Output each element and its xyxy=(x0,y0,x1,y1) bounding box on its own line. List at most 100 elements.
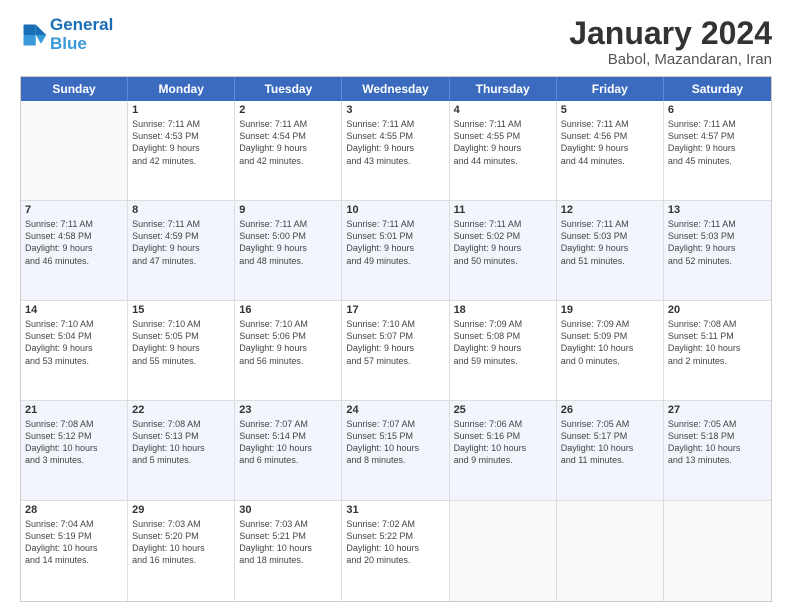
calendar-title: January 2024 xyxy=(569,16,772,51)
calendar: SundayMondayTuesdayWednesdayThursdayFrid… xyxy=(20,76,772,602)
cal-day-15: 15 Sunrise: 7:10 AMSunset: 5:05 PMDayligh… xyxy=(128,301,235,400)
cal-day-empty-5 xyxy=(557,501,664,601)
day-number: 7 xyxy=(25,204,123,216)
day-number: 18 xyxy=(454,304,552,316)
day-number: 17 xyxy=(346,304,444,316)
cal-day-11: 11 Sunrise: 7:11 AMSunset: 5:02 PMDayligh… xyxy=(450,201,557,300)
cal-day-23: 23 Sunrise: 7:07 AMSunset: 5:14 PMDayligh… xyxy=(235,401,342,500)
col-header-wednesday: Wednesday xyxy=(342,77,449,101)
cal-day-empty-6 xyxy=(664,501,771,601)
day-number: 4 xyxy=(454,104,552,116)
day-info: Sunrise: 7:11 AMSunset: 4:56 PMDaylight:… xyxy=(561,118,659,167)
day-info: Sunrise: 7:10 AMSunset: 5:07 PMDaylight:… xyxy=(346,318,444,367)
day-number: 25 xyxy=(454,404,552,416)
day-number: 29 xyxy=(132,504,230,516)
cal-day-20: 20 Sunrise: 7:08 AMSunset: 5:11 PMDayligh… xyxy=(664,301,771,400)
day-info: Sunrise: 7:08 AMSunset: 5:11 PMDaylight:… xyxy=(668,318,767,367)
cal-day-24: 24Sunrise: 7:07 AMSunset: 5:15 PMDayligh… xyxy=(342,401,449,500)
day-info: Sunrise: 7:11 AMSunset: 4:58 PMDaylight:… xyxy=(25,218,123,267)
day-info: Sunrise: 7:11 AMSunset: 5:03 PMDaylight:… xyxy=(561,218,659,267)
cal-day-5: 5 Sunrise: 7:11 AMSunset: 4:56 PMDaylight… xyxy=(557,101,664,200)
day-info: Sunrise: 7:10 AMSunset: 5:05 PMDaylight:… xyxy=(132,318,230,367)
title-block: January 2024 Babol, Mazandaran, Iran xyxy=(569,16,772,68)
day-number: 27 xyxy=(668,404,767,416)
day-info: Sunrise: 7:11 AMSunset: 5:01 PMDaylight:… xyxy=(346,218,444,267)
cal-day-1: 1 Sunrise: 7:11 AMSunset: 4:53 PMDaylight… xyxy=(128,101,235,200)
cal-day-empty-4 xyxy=(450,501,557,601)
day-info: Sunrise: 7:05 AMSunset: 5:18 PMDaylight:… xyxy=(668,418,767,467)
calendar-header: SundayMondayTuesdayWednesdayThursdayFrid… xyxy=(21,77,771,101)
cal-day-29: 29 Sunrise: 7:03 AMSunset: 5:20 PMDayligh… xyxy=(128,501,235,601)
cal-day-16: 16 Sunrise: 7:10 AMSunset: 5:06 PMDayligh… xyxy=(235,301,342,400)
day-info: Sunrise: 7:08 AMSunset: 5:12 PMDaylight:… xyxy=(25,418,123,467)
day-number: 20 xyxy=(668,304,767,316)
col-header-monday: Monday xyxy=(128,77,235,101)
logo-text-blue: Blue xyxy=(50,35,113,54)
week-row-4: 21 Sunrise: 7:08 AMSunset: 5:12 PMDayligh… xyxy=(21,401,771,501)
day-number: 21 xyxy=(25,404,123,416)
day-info: Sunrise: 7:10 AMSunset: 5:06 PMDaylight:… xyxy=(239,318,337,367)
day-number: 30 xyxy=(239,504,337,516)
day-number: 5 xyxy=(561,104,659,116)
col-header-sunday: Sunday xyxy=(21,77,128,101)
day-number: 15 xyxy=(132,304,230,316)
day-number: 22 xyxy=(132,404,230,416)
cal-day-9: 9 Sunrise: 7:11 AMSunset: 5:00 PMDaylight… xyxy=(235,201,342,300)
day-info: Sunrise: 7:10 AMSunset: 5:04 PMDaylight:… xyxy=(25,318,123,367)
day-info: Sunrise: 7:05 AMSunset: 5:17 PMDaylight:… xyxy=(561,418,659,467)
cal-day-13: 13 Sunrise: 7:11 AMSunset: 5:03 PMDayligh… xyxy=(664,201,771,300)
day-number: 8 xyxy=(132,204,230,216)
day-info: Sunrise: 7:07 AMSunset: 5:14 PMDaylight:… xyxy=(239,418,337,467)
day-number: 13 xyxy=(668,204,767,216)
day-info: Sunrise: 7:11 AMSunset: 4:54 PMDaylight:… xyxy=(239,118,337,167)
day-info: Sunrise: 7:09 AMSunset: 5:09 PMDaylight:… xyxy=(561,318,659,367)
day-number: 11 xyxy=(454,204,552,216)
cal-day-28: 28Sunrise: 7:04 AMSunset: 5:19 PMDayligh… xyxy=(21,501,128,601)
day-number: 3 xyxy=(346,104,444,116)
day-number: 23 xyxy=(239,404,337,416)
day-number: 14 xyxy=(25,304,123,316)
logo: General Blue xyxy=(20,16,113,53)
day-info: Sunrise: 7:03 AMSunset: 5:21 PMDaylight:… xyxy=(239,518,337,567)
day-info: Sunrise: 7:09 AMSunset: 5:08 PMDaylight:… xyxy=(454,318,552,367)
cal-day-22: 22Sunrise: 7:08 AMSunset: 5:13 PMDayligh… xyxy=(128,401,235,500)
day-number: 16 xyxy=(239,304,337,316)
col-header-saturday: Saturday xyxy=(664,77,771,101)
day-info: Sunrise: 7:11 AMSunset: 5:02 PMDaylight:… xyxy=(454,218,552,267)
day-number: 6 xyxy=(668,104,767,116)
day-info: Sunrise: 7:11 AMSunset: 4:53 PMDaylight:… xyxy=(132,118,230,167)
col-header-thursday: Thursday xyxy=(450,77,557,101)
cal-day-6: 6 Sunrise: 7:11 AMSunset: 4:57 PMDaylight… xyxy=(664,101,771,200)
day-info: Sunrise: 7:11 AMSunset: 4:57 PMDaylight:… xyxy=(668,118,767,167)
day-number: 10 xyxy=(346,204,444,216)
day-number: 31 xyxy=(346,504,444,516)
week-row-3: 14 Sunrise: 7:10 AMSunset: 5:04 PMDayligh… xyxy=(21,301,771,401)
day-info: Sunrise: 7:06 AMSunset: 5:16 PMDaylight:… xyxy=(454,418,552,467)
day-number: 24 xyxy=(346,404,444,416)
day-number: 9 xyxy=(239,204,337,216)
week-row-1: 1 Sunrise: 7:11 AMSunset: 4:53 PMDaylight… xyxy=(21,101,771,201)
day-info: Sunrise: 7:03 AMSunset: 5:20 PMDaylight:… xyxy=(132,518,230,567)
cal-day-7: 7 Sunrise: 7:11 AMSunset: 4:58 PMDaylight… xyxy=(21,201,128,300)
day-info: Sunrise: 7:11 AMSunset: 4:59 PMDaylight:… xyxy=(132,218,230,267)
cal-day-19: 19 Sunrise: 7:09 AMSunset: 5:09 PMDayligh… xyxy=(557,301,664,400)
cal-day-17: 17 Sunrise: 7:10 AMSunset: 5:07 PMDayligh… xyxy=(342,301,449,400)
col-header-friday: Friday xyxy=(557,77,664,101)
day-info: Sunrise: 7:02 AMSunset: 5:22 PMDaylight:… xyxy=(346,518,444,567)
cal-day-31: 31 Sunrise: 7:02 AMSunset: 5:22 PMDayligh… xyxy=(342,501,449,601)
logo-text-general: General xyxy=(50,16,113,35)
logo-icon xyxy=(20,21,48,49)
calendar-body: 1 Sunrise: 7:11 AMSunset: 4:53 PMDaylight… xyxy=(21,101,771,601)
cal-day-4: 4 Sunrise: 7:11 AMSunset: 4:55 PMDaylight… xyxy=(450,101,557,200)
day-info: Sunrise: 7:11 AMSunset: 5:03 PMDaylight:… xyxy=(668,218,767,267)
day-info: Sunrise: 7:11 AMSunset: 5:00 PMDaylight:… xyxy=(239,218,337,267)
page-header: General Blue January 2024 Babol, Mazanda… xyxy=(20,16,772,68)
cal-day-26: 26Sunrise: 7:05 AMSunset: 5:17 PMDayligh… xyxy=(557,401,664,500)
cal-day-25: 25 Sunrise: 7:06 AMSunset: 5:16 PMDayligh… xyxy=(450,401,557,500)
day-info: Sunrise: 7:11 AMSunset: 4:55 PMDaylight:… xyxy=(346,118,444,167)
day-number: 1 xyxy=(132,104,230,116)
cal-day-21: 21 Sunrise: 7:08 AMSunset: 5:12 PMDayligh… xyxy=(21,401,128,500)
cal-day-3: 3 Sunrise: 7:11 AMSunset: 4:55 PMDaylight… xyxy=(342,101,449,200)
day-number: 19 xyxy=(561,304,659,316)
day-info: Sunrise: 7:11 AMSunset: 4:55 PMDaylight:… xyxy=(454,118,552,167)
